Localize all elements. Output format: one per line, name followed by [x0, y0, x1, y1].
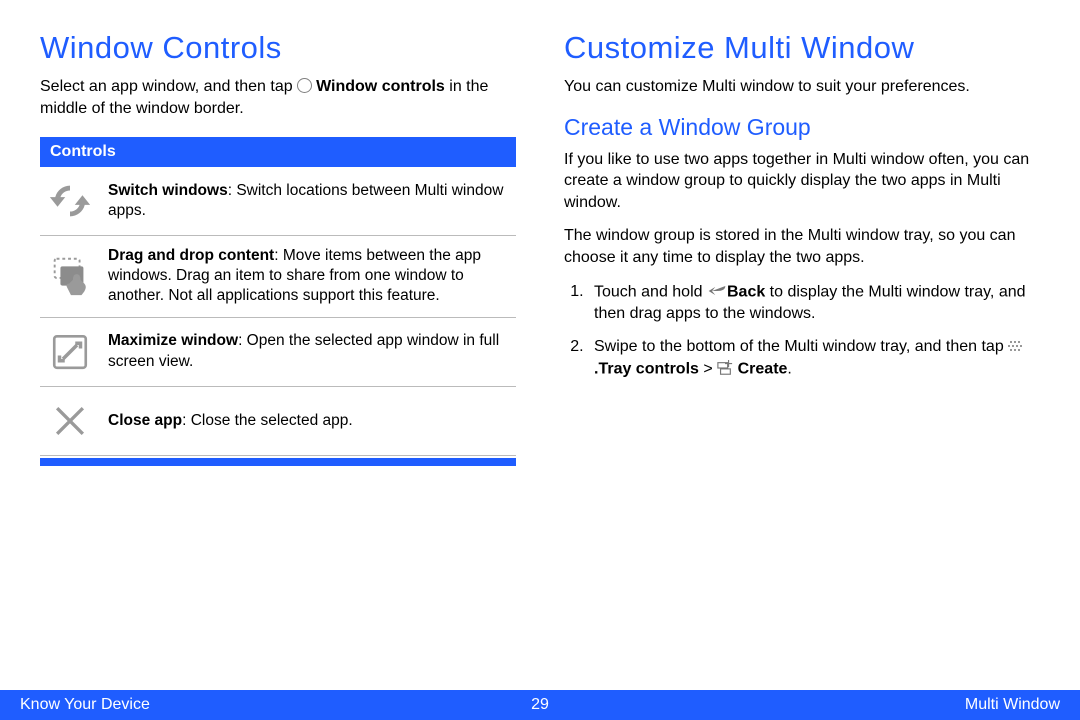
footer-left: Know Your Device — [20, 696, 150, 714]
create-group-p1: If you like to use two apps together in … — [564, 149, 1040, 214]
row-rest: : Close the selected app. — [182, 412, 353, 429]
maximize-icon — [46, 328, 94, 376]
intro-p1: Select an app window, and then tap — [40, 78, 297, 95]
step2-tray: .Tray controls — [594, 361, 699, 378]
table-row: Maximize window: Open the selected app w… — [40, 318, 516, 387]
control-text: Drag and drop content: Move items betwee… — [108, 246, 512, 306]
controls-table: Controls Switch windows: Switch location… — [40, 137, 516, 465]
footer-right: Multi Window — [965, 696, 1060, 714]
create-group-p2: The window group is stored in the Multi … — [564, 225, 1040, 268]
step1-back: Back — [727, 283, 765, 300]
table-row: Drag and drop content: Move items betwee… — [40, 236, 516, 317]
step2-end: . — [787, 361, 791, 378]
back-icon — [707, 281, 727, 303]
control-text: Close app: Close the selected app. — [108, 411, 353, 431]
controls-bottom-bar — [40, 458, 516, 466]
create-group-heading: Create a Window Group — [564, 114, 1040, 141]
customize-intro: You can customize Multi window to suit y… — [564, 76, 1040, 98]
intro-bold: Window controls — [316, 78, 445, 95]
steps-list: Touch and hold Back to display the Multi… — [564, 281, 1040, 381]
window-controls-heading: Window Controls — [40, 30, 516, 66]
step2-create: Create — [738, 361, 788, 378]
step1-a: Touch and hold — [594, 283, 707, 300]
window-controls-inline-icon — [297, 78, 312, 93]
switch-windows-icon — [46, 177, 94, 225]
customize-heading: Customize Multi Window — [564, 30, 1040, 66]
step2-gt: > — [699, 361, 717, 378]
row-bold: Drag and drop content — [108, 247, 274, 264]
create-icon — [717, 358, 733, 380]
tray-controls-icon — [1008, 341, 1022, 351]
row-bold: Close app — [108, 412, 182, 429]
table-row: Switch windows: Switch locations between… — [40, 167, 516, 236]
left-column: Window Controls Select an app window, an… — [40, 30, 516, 466]
control-text: Maximize window: Open the selected app w… — [108, 331, 512, 371]
step2-a: Swipe to the bottom of the Multi window … — [594, 338, 1008, 355]
table-row: Close app: Close the selected app. — [40, 387, 516, 456]
control-text: Switch windows: Switch locations between… — [108, 181, 512, 221]
page-footer: Know Your Device 29 Multi Window — [0, 690, 1080, 720]
list-item: Touch and hold Back to display the Multi… — [588, 281, 1040, 326]
page-number: 29 — [531, 696, 549, 714]
window-controls-intro: Select an app window, and then tap Windo… — [40, 76, 516, 119]
drag-drop-icon — [46, 252, 94, 300]
row-bold: Switch windows — [108, 182, 228, 199]
close-icon — [46, 397, 94, 445]
row-bold: Maximize window — [108, 332, 238, 349]
right-column: Customize Multi Window You can customize… — [564, 30, 1040, 466]
controls-table-header: Controls — [40, 137, 516, 167]
list-item: Swipe to the bottom of the Multi window … — [588, 336, 1040, 381]
